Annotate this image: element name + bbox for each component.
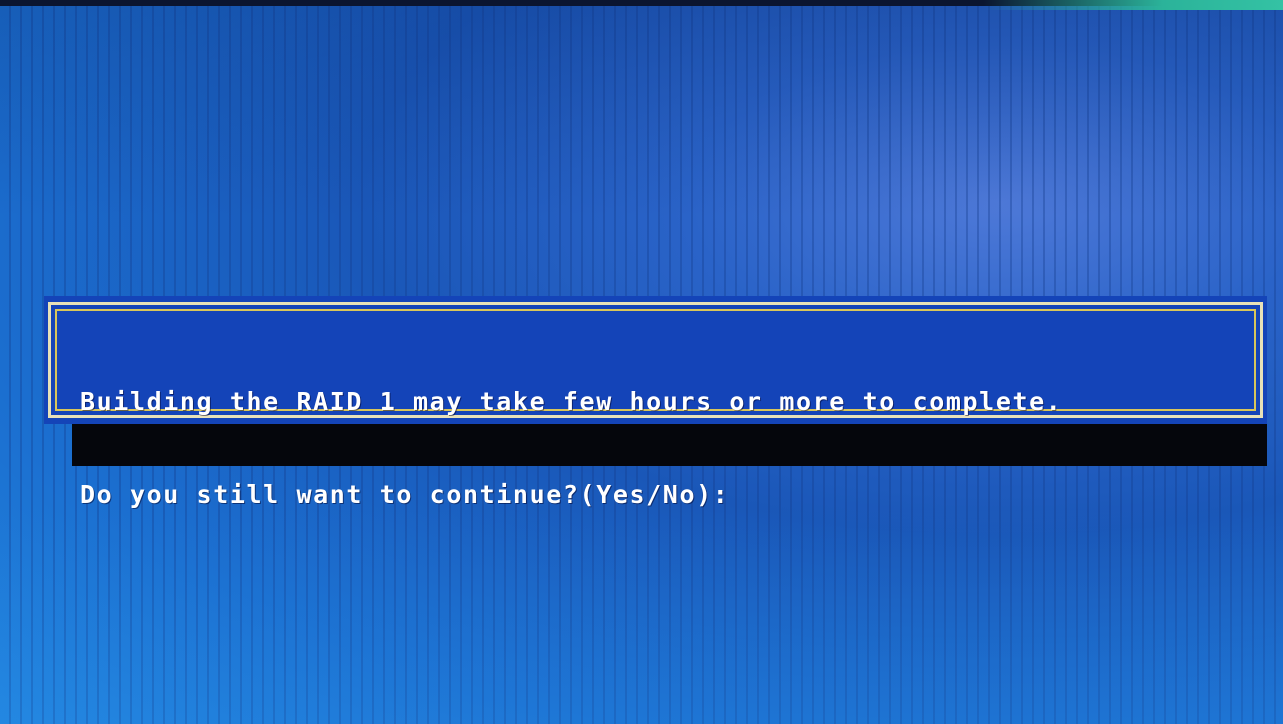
dialog-warning-text: Building the RAID 1 may take few hours o…: [80, 387, 1063, 416]
dialog-message: Building the RAID 1 may take few hours o…: [80, 324, 1062, 572]
corner-highlight: [983, 0, 1283, 10]
continue-prompt[interactable]: Do you still want to continue?(Yes/No):: [80, 479, 1062, 510]
raid-confirm-dialog: Building the RAID 1 may take few hours o…: [44, 296, 1267, 509]
